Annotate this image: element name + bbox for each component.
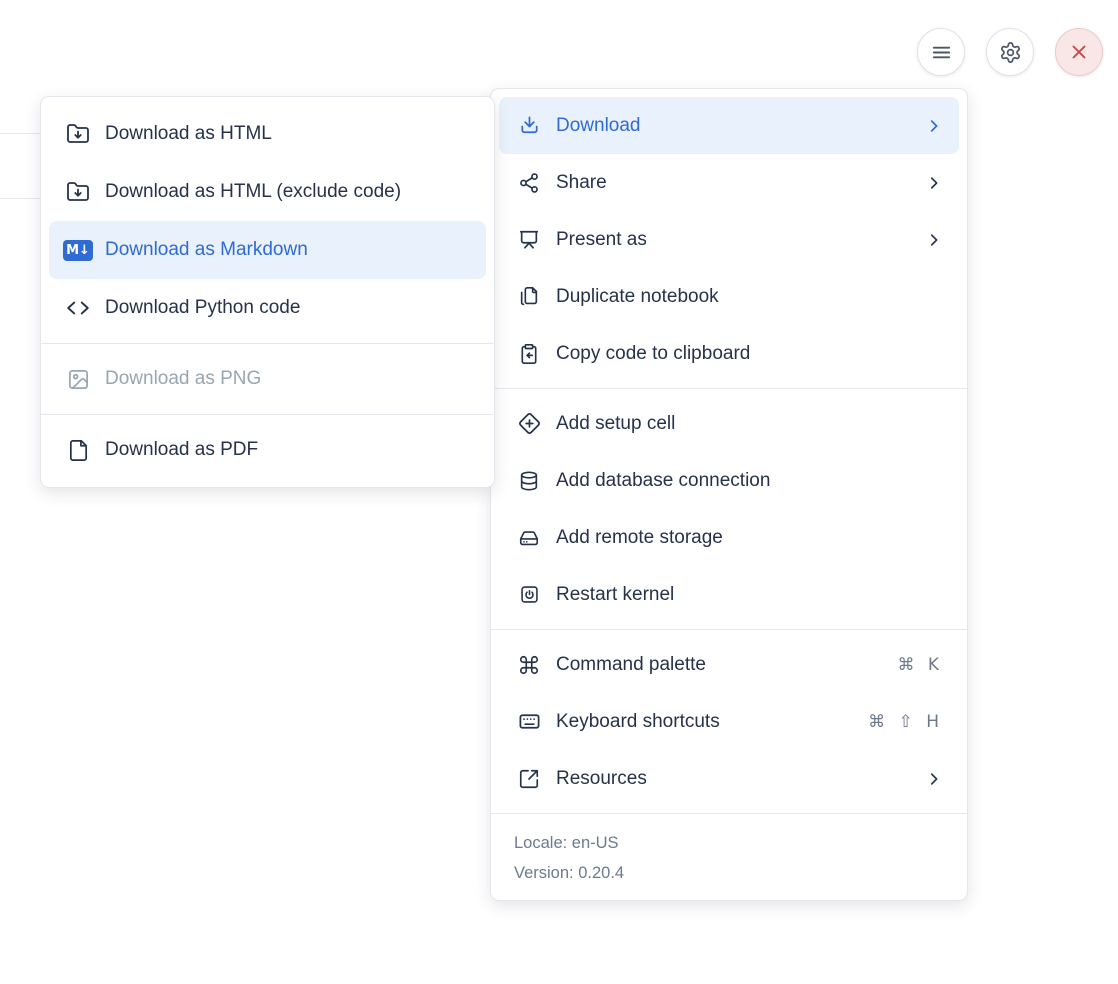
menu-item-label: Download as HTML (exclude code) <box>105 181 401 203</box>
menu-separator <box>491 629 967 630</box>
menu-item-add-database-connection[interactable]: Add database connection <box>499 452 959 509</box>
menu-separator <box>41 414 494 415</box>
menu-item-command-palette[interactable]: Command palette ⌘ K <box>499 636 959 693</box>
menu-item-label: Download as Markdown <box>105 239 308 261</box>
menu-item-label: Add setup cell <box>556 413 675 435</box>
keyboard-icon <box>517 710 541 733</box>
external-link-icon <box>517 768 541 790</box>
menu-item-label: Copy code to clipboard <box>556 343 750 365</box>
menu-item-label: Restart kernel <box>556 584 674 606</box>
markdown-badge-icon: M↓ <box>63 240 93 261</box>
menu-item-present-as[interactable]: Present as <box>499 211 959 268</box>
duplicate-icon <box>517 286 541 308</box>
submenu-item-download-markdown[interactable]: M↓ Download as Markdown <box>49 221 486 279</box>
diamond-plus-icon <box>517 412 541 435</box>
background-rule-line <box>0 133 41 134</box>
command-icon <box>517 654 541 676</box>
file-icon <box>63 439 93 462</box>
menu-item-label: Add database connection <box>556 470 770 492</box>
menu-item-label: Download <box>556 115 641 137</box>
submenu-item-download-png[interactable]: Download as PNG <box>49 350 486 408</box>
menu-item-label: Duplicate notebook <box>556 286 719 308</box>
menu-item-label: Download Python code <box>105 297 300 319</box>
notebook-menu: Download Share Present as <box>490 88 968 901</box>
submenu-item-download-python-code[interactable]: Download Python code <box>49 279 486 337</box>
settings-button[interactable] <box>986 28 1034 76</box>
hard-drive-icon <box>517 527 541 549</box>
menu-item-label: Present as <box>556 229 647 251</box>
app-window: Download Share Present as <box>0 0 1118 984</box>
markdown-badge-text: M↓ <box>63 240 93 261</box>
menu-separator <box>491 813 967 814</box>
submenu-item-download-html-exclude-code[interactable]: Download as HTML (exclude code) <box>49 163 486 221</box>
shortcut-hint: ⌘ K <box>897 655 943 675</box>
menu-footer: Locale: en-US Version: 0.20.4 <box>491 820 967 900</box>
folder-down-icon <box>63 180 93 204</box>
chevron-right-icon <box>925 770 943 788</box>
download-submenu: Download as HTML Download as HTML (exclu… <box>40 96 495 488</box>
menu-item-label: Download as PDF <box>105 439 258 461</box>
submenu-item-download-pdf[interactable]: Download as PDF <box>49 421 486 479</box>
menu-item-label: Share <box>556 172 607 194</box>
menu-item-restart-kernel[interactable]: Restart kernel <box>499 566 959 623</box>
submenu-item-download-html[interactable]: Download as HTML <box>49 105 486 163</box>
menu-item-share[interactable]: Share <box>499 154 959 211</box>
menu-item-duplicate-notebook[interactable]: Duplicate notebook <box>499 268 959 325</box>
menu-item-add-remote-storage[interactable]: Add remote storage <box>499 509 959 566</box>
window-toolbar <box>917 28 1103 76</box>
share-icon <box>517 172 541 194</box>
chevron-right-icon <box>925 231 943 249</box>
menu-separator <box>41 343 494 344</box>
menu-item-label: Command palette <box>556 654 706 676</box>
menu-item-keyboard-shortcuts[interactable]: Keyboard shortcuts ⌘ ⇧ H <box>499 693 959 750</box>
menu-button[interactable] <box>917 28 965 76</box>
clipboard-copy-icon <box>517 343 541 365</box>
menu-item-download[interactable]: Download <box>499 97 959 154</box>
close-button[interactable] <box>1055 28 1103 76</box>
database-icon <box>517 470 541 492</box>
menu-item-copy-code[interactable]: Copy code to clipboard <box>499 325 959 382</box>
code-icon <box>63 295 93 321</box>
menu-item-add-setup-cell[interactable]: Add setup cell <box>499 395 959 452</box>
chevron-right-icon <box>925 117 943 135</box>
shortcut-hint: ⌘ ⇧ H <box>868 712 943 732</box>
download-icon <box>517 114 541 137</box>
image-icon <box>63 368 93 391</box>
menu-item-label: Download as PNG <box>105 368 261 390</box>
menu-item-label: Add remote storage <box>556 527 723 549</box>
power-icon <box>517 584 541 605</box>
chevron-right-icon <box>925 174 943 192</box>
menu-item-resources[interactable]: Resources <box>499 750 959 807</box>
gear-icon <box>999 41 1022 64</box>
background-rule-line <box>0 198 41 199</box>
presentation-icon <box>517 229 541 251</box>
locale-text: Locale: en-US <box>514 828 944 858</box>
menu-item-label: Keyboard shortcuts <box>556 711 720 733</box>
version-text: Version: 0.20.4 <box>514 858 944 888</box>
menu-item-label: Resources <box>556 768 647 790</box>
hamburger-icon <box>930 41 953 64</box>
menu-separator <box>491 388 967 389</box>
close-icon <box>1068 41 1090 63</box>
folder-down-icon <box>63 122 93 146</box>
menu-item-label: Download as HTML <box>105 123 272 145</box>
